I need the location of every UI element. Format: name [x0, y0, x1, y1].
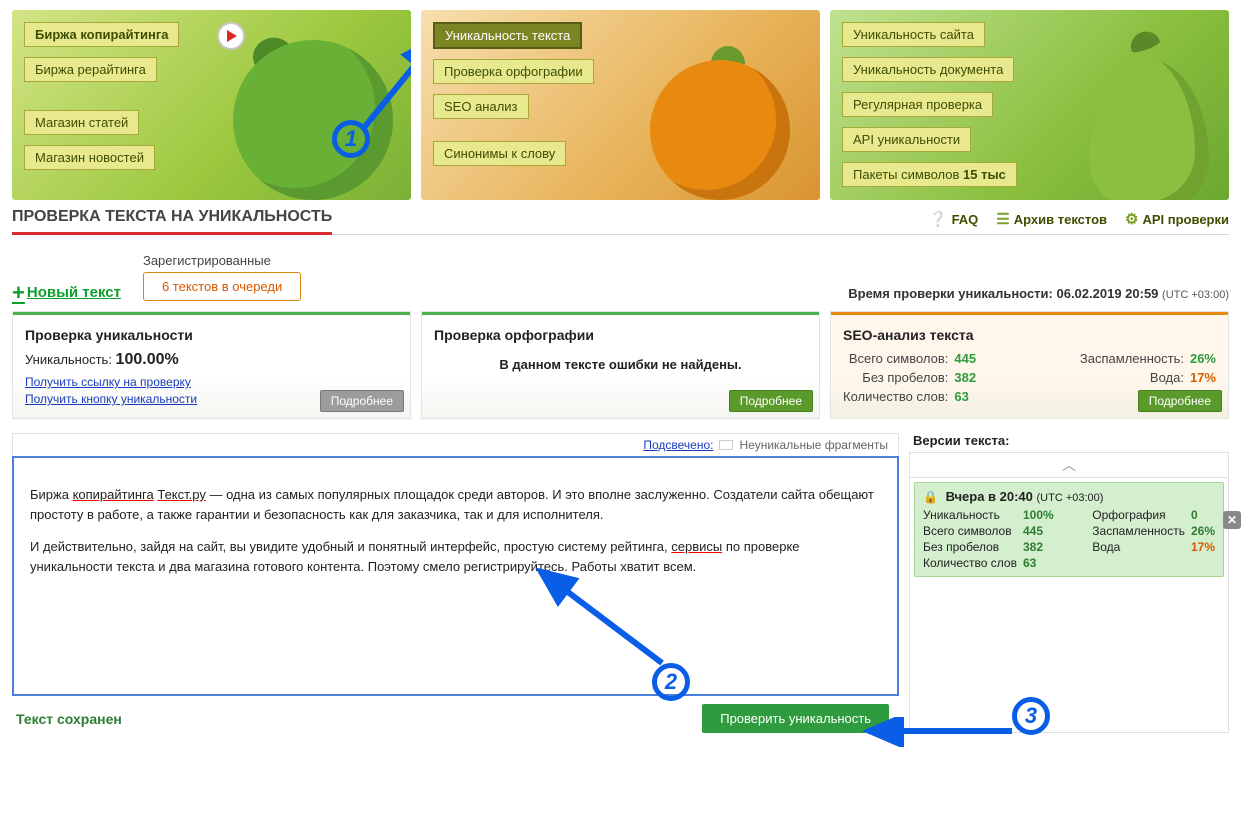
registered-label: Зарегистрированные	[143, 253, 271, 268]
link-api[interactable]: ⚙API проверки	[1125, 210, 1229, 228]
chevron-up-icon[interactable]: ︿	[910, 453, 1228, 478]
link-archive[interactable]: ☰Архив текстов	[996, 210, 1107, 228]
lock-icon: 🔒	[923, 490, 938, 504]
play-icon[interactable]	[217, 22, 245, 50]
link-reg-check[interactable]: Регулярная проверка	[842, 92, 993, 117]
seo-more-button[interactable]: Подробнее	[1138, 390, 1222, 412]
close-version-icon[interactable]: ✕	[1223, 511, 1241, 529]
queue-box[interactable]: 6 текстов в очереди	[143, 272, 301, 301]
link-uniq-api[interactable]: API уникальности	[842, 127, 971, 152]
annotation-3: 3	[1012, 697, 1050, 735]
link-birzha-rewrite[interactable]: Биржа рерайтинга	[24, 57, 157, 82]
highlighted-link[interactable]: Подсвечено:	[643, 438, 713, 452]
panel-spellcheck: Проверка орфографии В данном тексте ошиб…	[421, 311, 820, 419]
link-uniq-doc[interactable]: Уникальность документа	[842, 57, 1014, 82]
spell-more-button[interactable]: Подробнее	[729, 390, 813, 412]
panel-uniqueness: Проверка уникальности Уникальность: 100.…	[12, 311, 411, 419]
hero-apple: Биржа копирайтинга Биржа рерайтинга Мага…	[12, 10, 411, 200]
gear-icon: ⚙	[1125, 210, 1138, 228]
highlight-swatch	[719, 440, 733, 450]
link-seo[interactable]: SEO анализ	[433, 94, 529, 119]
link-synonyms[interactable]: Синонимы к слову	[433, 141, 566, 166]
panel-seo-head: SEO-анализ текста	[843, 327, 1216, 343]
check-uniqueness-button[interactable]: Проверить уникальность	[702, 704, 889, 733]
link-get-checklink[interactable]: Получить ссылку на проверку	[25, 375, 398, 389]
link-shop-articles[interactable]: Магазин статей	[24, 110, 139, 135]
archive-icon: ☰	[996, 210, 1009, 228]
plus-icon: +	[12, 288, 25, 298]
hero-orange: Уникальность текста Проверка орфографии …	[421, 10, 820, 200]
saved-label: Текст сохранен	[16, 711, 122, 727]
page-title: ПРОВЕРКА ТЕКСТА НА УНИКАЛЬНОСТЬ	[12, 208, 332, 235]
link-shop-news[interactable]: Магазин новостей	[24, 145, 155, 170]
version-card[interactable]: 🔒 Вчера в 20:40 (UTC +03:00) Уникальност…	[914, 482, 1224, 577]
hero-pear: Уникальность сайта Уникальность документ…	[830, 10, 1229, 200]
link-faq[interactable]: ❔FAQ	[929, 210, 978, 228]
help-icon: ❔	[929, 210, 948, 228]
annotation-1: 1	[332, 120, 370, 158]
link-uniq-text[interactable]: Уникальность текста	[433, 22, 582, 49]
panel-seo: SEO-анализ текста Всего символов:445 Зас…	[830, 311, 1229, 419]
link-birzha-copy[interactable]: Биржа копирайтинга	[24, 22, 179, 47]
panel-spell-msg: В данном тексте ошибки не найдены.	[434, 357, 807, 372]
new-text-link[interactable]: +Новый текст	[12, 284, 121, 301]
link-symbol-pack[interactable]: Пакеты символов 15 тыс	[842, 162, 1017, 187]
link-spellcheck[interactable]: Проверка орфографии	[433, 59, 594, 84]
annotation-2: 2	[652, 663, 690, 701]
panel-spell-head: Проверка орфографии	[434, 327, 807, 343]
link-uniq-site[interactable]: Уникальность сайта	[842, 22, 985, 47]
text-editor[interactable]: Биржа копирайтинга Текст.ру — одна из са…	[12, 456, 899, 696]
panel-uniq-head: Проверка уникальности	[25, 327, 398, 343]
hl-frag-label: Неуникальные фрагменты	[739, 438, 888, 452]
versions-head: Версии текста:	[909, 433, 1229, 452]
uniq-more-button[interactable]: Подробнее	[320, 390, 404, 412]
check-time: Время проверки уникальности: 06.02.2019 …	[848, 286, 1229, 301]
